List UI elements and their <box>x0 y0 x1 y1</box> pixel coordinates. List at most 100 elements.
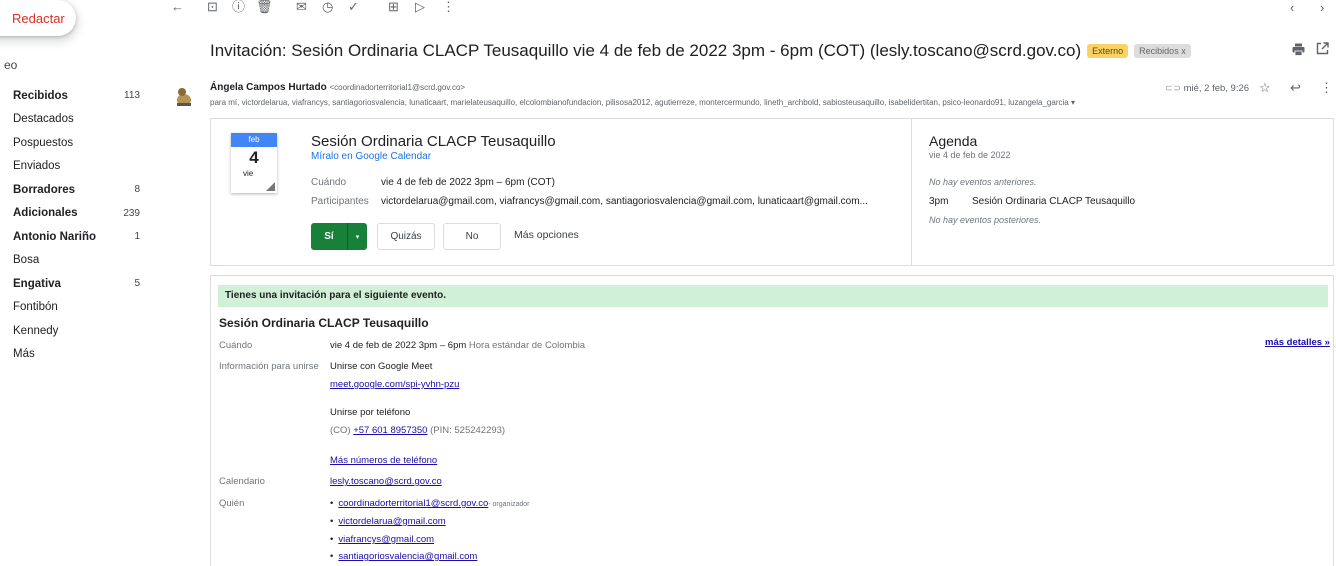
calendar-label: Calendario <box>219 476 265 487</box>
folder-name: Antonio Nariño <box>13 230 97 243</box>
sidebar-item-destacados[interactable]: Destacados <box>0 108 150 132</box>
agenda-no-previous: No hay eventos anteriores. <box>929 177 1037 187</box>
rsvp-no-button[interactable]: No <box>443 223 501 250</box>
more-details-link[interactable]: más detalles » <box>1265 337 1330 348</box>
chevron-right-icon[interactable]: › <box>1320 0 1324 15</box>
details-title: Sesión Ordinaria CLACP Teusaquillo <box>219 316 429 330</box>
page-fold-icon <box>266 182 275 191</box>
join-meet-text: Unirse con Google Meet <box>330 361 433 372</box>
archive-icon[interactable]: ⊡ <box>207 0 218 14</box>
more-vert-icon[interactable]: ⋮ <box>442 0 455 14</box>
when-value: vie 4 de feb de 2022 3pm – 6pm (COT) <box>381 177 555 188</box>
email-subject: Invitación: Sesión Ordinaria CLACP Teusa… <box>210 41 1082 60</box>
folder-count: 239 <box>123 207 140 219</box>
mark-unread-icon[interactable]: ✉ <box>296 0 307 14</box>
folder-name: Fontibón <box>13 301 58 314</box>
meet-link-anchor[interactable]: meet.google.com/spi-yvhn-pzu <box>330 379 459 390</box>
sidebar-item-adicionales[interactable]: Adicionales 239 <box>0 202 150 226</box>
agenda-event-time: 3pm <box>929 196 949 207</box>
sidebar-item-kennedy[interactable]: Kennedy <box>0 319 150 343</box>
sidebar-item-bosa[interactable]: Bosa <box>0 249 150 273</box>
folder-name: Enviados <box>13 160 61 173</box>
sidebar-item-fontibon[interactable]: Fontibón <box>0 296 150 320</box>
attendee-item: • santiagoriosvalencia@gmail.com <box>330 551 477 562</box>
move-to-icon[interactable]: ⊞ <box>388 0 399 14</box>
email-date-text: mié, 2 feb, 9:26 <box>1183 83 1250 94</box>
attendee-link[interactable]: viafrancys@gmail.com <box>338 534 434 545</box>
agenda-panel: Agenda vie 4 de feb de 2022 No hay event… <box>911 119 1333 265</box>
recipients-line[interactable]: para mí, victordelarua, viafrancys, sant… <box>210 98 1250 107</box>
attendee-link[interactable]: coordinadorterritorial1@scrd.gov.co <box>338 498 488 509</box>
chevron-left-icon[interactable]: ‹ <box>1290 0 1294 15</box>
folder-name: Engativa <box>13 277 61 290</box>
back-arrow-icon[interactable]: ← <box>171 0 184 14</box>
google-calendar-link[interactable]: Míralo en Google Calendar <box>311 151 431 162</box>
folder-name: Pospuestos <box>13 136 74 149</box>
details-when-text: vie 4 de feb de 2022 3pm – 6pm <box>330 340 467 351</box>
subject-row: Invitación: Sesión Ordinaria CLACP Teusa… <box>210 40 1191 62</box>
calendar-date-tile: feb 4 vie <box>231 133 277 193</box>
sidebar-item-recibidos[interactable]: Recibidos 113 <box>0 84 150 108</box>
sender-email: <coordinadorterritorial1@scrd.gov.co> <box>329 83 466 92</box>
compose-button[interactable]: Redactar <box>0 0 76 36</box>
calendar-email-link[interactable]: lesly.toscano@scrd.gov.co <box>330 476 442 487</box>
label-icon[interactable]: ▷ <box>415 0 425 14</box>
attendee-link[interactable]: victordelarua@gmail.com <box>338 516 445 527</box>
folder-name: Borradores <box>13 183 75 196</box>
agenda-no-next: No hay eventos posteriores. <box>929 215 1042 225</box>
sidebar-item-enviados[interactable]: Enviados <box>0 155 150 179</box>
bullet: • <box>330 498 334 509</box>
rsvp-yes-label: Sí <box>324 231 334 242</box>
toolbar: ← ⊡ ⓘ 🗑 ✉ ◷ ✓ ⊞ ▷ ⋮ <box>160 0 1336 18</box>
open-new-window-icon[interactable] <box>1316 42 1329 58</box>
snooze-icon[interactable]: ◷ <box>322 0 333 14</box>
more-numbers-link[interactable]: Más números de teléfono <box>330 455 437 466</box>
sender-name[interactable]: Ángela Campos Hurtado <box>210 82 327 93</box>
invitation-card: feb 4 vie Sesión Ordinaria CLACP Teusaqu… <box>210 118 1334 266</box>
who-label: Quién <box>219 498 245 509</box>
star-icon[interactable]: ☆ <box>1259 80 1271 96</box>
report-spam-icon[interactable]: ⓘ <box>232 0 245 14</box>
folder-name: Más <box>13 348 35 361</box>
agenda-event-title[interactable]: Sesión Ordinaria CLACP Teusaquillo <box>972 196 1135 207</box>
more-options-button[interactable]: Más opciones <box>514 229 579 241</box>
agenda-date: vie 4 de feb de 2022 <box>929 150 1011 160</box>
event-title: Sesión Ordinaria CLACP Teusaquillo <box>311 133 556 150</box>
sidebar-item-antonio-narino[interactable]: Antonio Nariño 1 <box>0 225 150 249</box>
attendee-link[interactable]: santiagoriosvalencia@gmail.com <box>338 551 477 562</box>
reply-icon[interactable]: ↩ <box>1290 80 1301 96</box>
inbox-label-chip[interactable]: Recibidos x <box>1134 44 1191 58</box>
bullet: • <box>330 516 334 527</box>
calendar-weekday: vie <box>243 169 254 178</box>
folder-count: 5 <box>134 278 140 290</box>
delete-icon[interactable]: 🗑 <box>256 0 273 14</box>
more-vert-icon[interactable]: ⋮ <box>1320 80 1333 96</box>
folder-name: Destacados <box>13 113 74 126</box>
bullet: • <box>330 551 334 562</box>
chevron-down-icon[interactable]: ▾ <box>348 233 367 241</box>
bullet: • <box>330 534 334 545</box>
meet-link[interactable]: meet.google.com/spi-yvhn-pzu <box>330 379 459 390</box>
phone-number-link[interactable]: +57 601 8957350 <box>353 425 427 436</box>
organizer-note: - organizador <box>488 501 530 508</box>
folder-name: Adicionales <box>13 207 78 220</box>
agenda-title: Agenda <box>929 133 978 149</box>
phone-pin: (PIN: 525242293) <box>430 425 506 436</box>
invitation-details: Tienes una invitación para el siguiente … <box>210 275 1334 566</box>
sender-avatar <box>172 84 196 108</box>
print-icon[interactable] <box>1292 43 1305 59</box>
rsvp-maybe-button[interactable]: Quizás <box>377 223 435 250</box>
sidebar-item-borradores[interactable]: Borradores 8 <box>0 178 150 202</box>
folder-count: 1 <box>134 231 140 243</box>
attendee-item: • viafrancys@gmail.com <box>330 534 434 545</box>
sidebar-item-pospuestos[interactable]: Pospuestos <box>0 131 150 155</box>
rsvp-yes-button[interactable]: Sí ▾ <box>311 223 367 250</box>
calendar-value[interactable]: lesly.toscano@scrd.gov.co <box>330 476 442 487</box>
sidebar-item-mas[interactable]: Más <box>0 343 150 367</box>
sidebar-item-engativa[interactable]: Engativa 5 <box>0 272 150 296</box>
participants-value: victordelarua@gmail.com, viafrancys@gmai… <box>381 196 868 207</box>
add-task-icon[interactable]: ✓ <box>348 0 359 14</box>
details-when-label: Cuándo <box>219 340 253 351</box>
external-badge: Externo <box>1087 44 1129 58</box>
more-numbers-line[interactable]: Más números de teléfono <box>330 455 437 466</box>
